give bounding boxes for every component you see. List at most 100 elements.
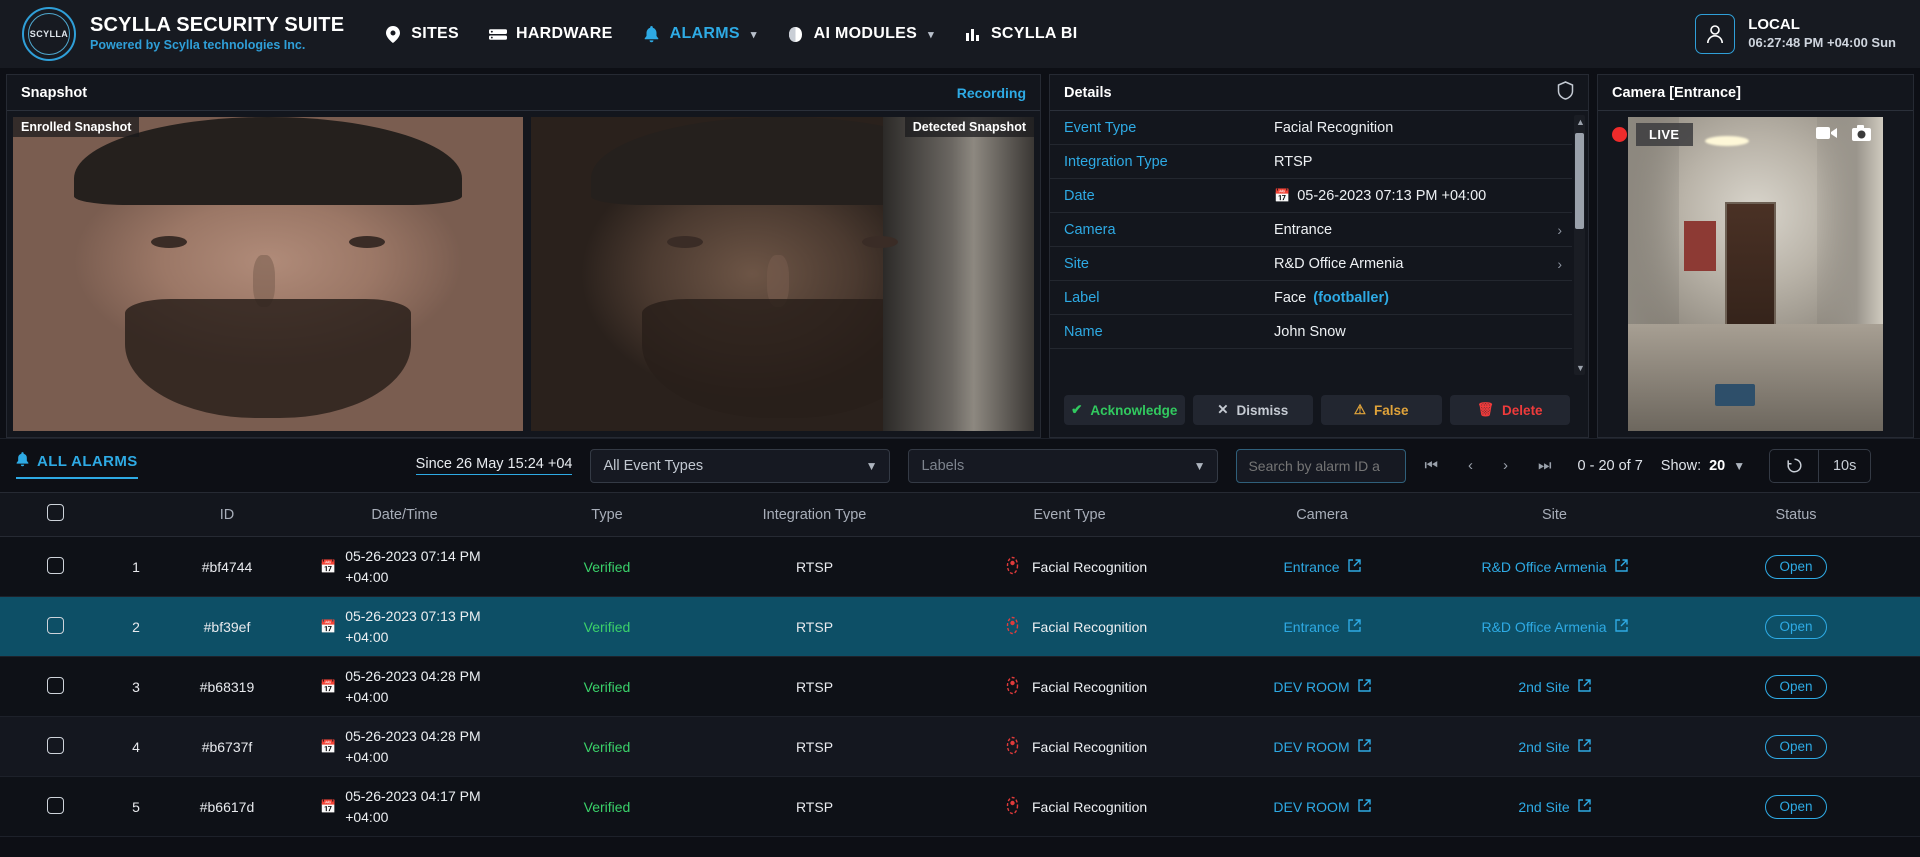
recording-link[interactable]: Recording: [957, 85, 1026, 101]
nav-item-alarms[interactable]: ALARMS ▾: [643, 25, 757, 43]
user-menu[interactable]: LOCAL 06:27:48 PM +04:00 Sun: [1695, 0, 1896, 68]
next-page-icon[interactable]: ›: [1503, 457, 1508, 474]
camera-live-view[interactable]: [1628, 117, 1883, 431]
row-checkbox[interactable]: [46, 796, 64, 814]
nav-item-scylla-bi[interactable]: SCYLLA BI: [964, 25, 1078, 43]
chevron-right-icon[interactable]: ›: [1557, 222, 1568, 238]
row-camera-link[interactable]: DEV ROOM: [1273, 799, 1371, 815]
row-id: #bf4744: [162, 536, 292, 597]
nav-item-ai-modules[interactable]: AI MODULES ▾: [787, 25, 934, 43]
row-site-link[interactable]: R&D Office Armenia: [1481, 559, 1628, 575]
nav-item-sites[interactable]: SITES: [384, 25, 459, 43]
nav-item-hardware[interactable]: HARDWARE: [488, 25, 613, 43]
row-id: #b68319: [162, 656, 292, 717]
table-row[interactable]: 1 #bf4744 📅 05-26-2023 07:14 PM +04:00 V…: [0, 536, 1920, 597]
details-title: Details: [1064, 84, 1112, 101]
external-link-icon: [1357, 678, 1371, 695]
detail-row-name: Name John Snow: [1050, 315, 1572, 349]
detected-snapshot-label: Detected Snapshot: [904, 117, 1034, 137]
details-scrollbar[interactable]: ▲ ▼: [1574, 115, 1585, 375]
calendar-icon: 📅: [320, 798, 337, 814]
close-icon: ✕: [1217, 402, 1229, 417]
table-row[interactable]: 2 #bf39ef 📅 05-26-2023 07:13 PM +04:00 V…: [0, 596, 1920, 657]
row-site-link[interactable]: 2nd Site: [1518, 678, 1591, 695]
detected-snapshot[interactable]: Detected Snapshot: [530, 117, 1034, 431]
status-badge[interactable]: Open: [1765, 554, 1827, 579]
tab-all-alarms[interactable]: ALL ALARMS: [16, 452, 138, 479]
show-value: 20: [1709, 457, 1726, 474]
detail-label-extra[interactable]: (footballer): [1313, 290, 1389, 306]
column-header-site[interactable]: Site: [1437, 492, 1672, 537]
column-header-type[interactable]: Type: [517, 492, 697, 537]
select-all-checkbox[interactable]: [46, 504, 64, 521]
row-number: 2: [110, 596, 162, 657]
row-event-type-cell: Facial Recognition: [932, 536, 1207, 597]
status-badge[interactable]: Open: [1765, 614, 1827, 639]
external-link-icon: [1577, 678, 1591, 695]
prev-page-icon[interactable]: ‹: [1468, 457, 1473, 474]
row-checkbox[interactable]: [46, 616, 64, 634]
row-camera-link[interactable]: DEV ROOM: [1273, 739, 1371, 755]
refresh-interval[interactable]: 10s: [1818, 449, 1870, 482]
row-camera-link[interactable]: Entrance: [1283, 619, 1361, 635]
row-camera-link[interactable]: DEV ROOM: [1273, 678, 1371, 695]
last-page-icon[interactable]: ⏭: [1538, 457, 1552, 474]
row-site-link[interactable]: 2nd Site: [1518, 739, 1591, 755]
detail-row-site[interactable]: Site R&D Office Armenia ›: [1050, 247, 1572, 281]
column-header-event-type[interactable]: Event Type: [932, 492, 1207, 537]
column-header-integration-type[interactable]: Integration Type: [697, 492, 932, 537]
scroll-up-icon[interactable]: ▲: [1576, 117, 1585, 127]
pagination-controls: ⏮ ‹ › ⏭: [1424, 457, 1551, 474]
labels-select[interactable]: Labels ▼: [908, 448, 1219, 483]
row-camera-link[interactable]: Entrance: [1283, 559, 1361, 575]
chevron-right-icon[interactable]: ›: [1557, 256, 1568, 272]
first-page-icon[interactable]: ⏮: [1424, 457, 1438, 474]
chevron-down-icon: ▼: [1193, 458, 1206, 473]
delete-button[interactable]: 🗑 Delete: [1449, 395, 1570, 425]
acknowledge-button[interactable]: ✔ Acknowledge: [1064, 395, 1185, 425]
app-subtitle: Powered by Scylla technologies Inc.: [90, 37, 306, 52]
row-site-link[interactable]: 2nd Site: [1518, 799, 1591, 815]
app-header: SCYLLA SCYLLA SECURITY SUITE Powered by …: [0, 0, 1920, 68]
page-size-selector[interactable]: Show: 20 ▼: [1661, 458, 1745, 474]
event-types-select[interactable]: All Event Types ▼: [590, 448, 891, 483]
column-header-status[interactable]: Status: [1672, 492, 1920, 537]
dismiss-label: Dismiss: [1236, 402, 1289, 418]
table-row[interactable]: 4 #b6737f 📅 05-26-2023 04:28 PM +04:00 V…: [0, 716, 1920, 777]
false-button[interactable]: ⚠ False: [1321, 395, 1442, 425]
row-checkbox[interactable]: [46, 556, 64, 574]
row-datetime-cell: 📅 05-26-2023 07:13 PM +04:00: [292, 596, 517, 657]
table-row[interactable]: 3 #b68319 📅 05-26-2023 04:28 PM +04:00 V…: [0, 656, 1920, 717]
snapshot-panel-header: Snapshot Recording: [7, 75, 1040, 111]
detail-key: Camera: [1064, 221, 1116, 238]
enrolled-snapshot[interactable]: Enrolled Snapshot: [13, 117, 523, 431]
server-icon: [488, 25, 507, 43]
detail-key: Name: [1064, 323, 1103, 340]
video-record-icon[interactable]: [1816, 125, 1838, 146]
main-nav: SITES HARDWARE ALARMS ▾ AI MODULES ▾ SCY…: [384, 25, 1077, 43]
row-checkbox[interactable]: [46, 676, 64, 694]
face-recognition-icon: [1004, 556, 1021, 578]
scrollbar-thumb[interactable]: [1575, 133, 1584, 229]
face-recognition-icon: [1004, 796, 1021, 818]
row-checkbox[interactable]: [46, 736, 64, 754]
column-header-id[interactable]: ID: [162, 492, 292, 537]
row-site-link[interactable]: R&D Office Armenia: [1481, 619, 1628, 635]
search-input[interactable]: [1236, 448, 1407, 483]
table-row[interactable]: 5 #b6617d 📅 05-26-2023 04:17 PM +04:00 V…: [0, 776, 1920, 837]
status-badge[interactable]: Open: [1765, 794, 1827, 819]
scroll-down-icon[interactable]: ▼: [1576, 363, 1585, 373]
row-status-cell: Open: [1672, 536, 1920, 597]
row-datetime-cell: 📅 05-26-2023 04:17 PM +04:00: [292, 776, 517, 837]
row-site-cell: R&D Office Armenia: [1437, 596, 1672, 657]
status-badge[interactable]: Open: [1765, 734, 1827, 759]
dismiss-button[interactable]: ✕ Dismiss: [1192, 395, 1313, 425]
refresh-button[interactable]: [1770, 450, 1818, 482]
since-filter[interactable]: Since 26 May 15:24 +04: [415, 456, 573, 475]
detail-row-camera[interactable]: Camera Entrance ›: [1050, 213, 1572, 247]
column-header-datetime[interactable]: Date/Time: [292, 492, 517, 537]
column-header-camera[interactable]: Camera: [1207, 492, 1437, 537]
status-badge[interactable]: Open: [1765, 674, 1827, 699]
shield-icon[interactable]: [1557, 80, 1574, 105]
camera-icon[interactable]: [1852, 125, 1871, 146]
